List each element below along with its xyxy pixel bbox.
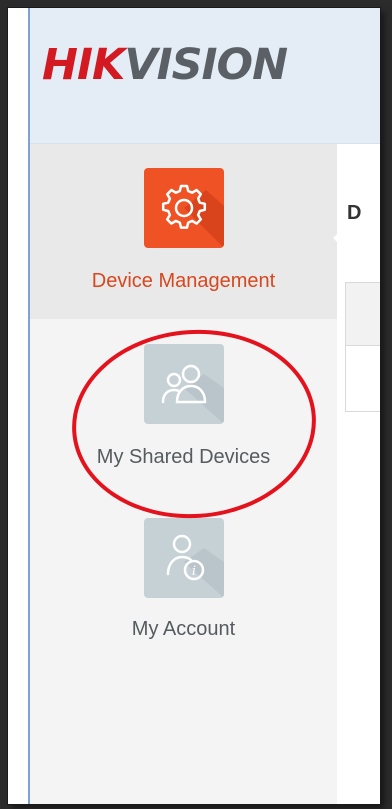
shared-users-icon bbox=[144, 344, 224, 424]
gear-icon bbox=[144, 168, 224, 248]
sidebar-item-my-account[interactable]: i My Account bbox=[30, 496, 337, 671]
device-table bbox=[345, 282, 380, 412]
hikvision-logo[interactable]: HIKVISION bbox=[42, 40, 288, 90]
sidebar-item-label: My Account bbox=[131, 618, 236, 640]
logo-text-red: HIK bbox=[42, 40, 125, 90]
sidebar-item-label: My Shared Devices bbox=[96, 446, 271, 468]
table-header bbox=[346, 283, 380, 346]
header-bar: HIKVISION bbox=[30, 8, 380, 144]
account-info-icon: i bbox=[144, 518, 224, 598]
sidebar: Device Management My Shared Devices i My… bbox=[30, 144, 347, 804]
page-title: D bbox=[347, 202, 362, 224]
logo-text-gray: VISION bbox=[124, 40, 288, 90]
sidebar-item-device-management[interactable]: Device Management bbox=[30, 144, 347, 319]
sidebar-item-my-shared-devices[interactable]: My Shared Devices bbox=[30, 320, 337, 495]
main-content: D bbox=[337, 144, 380, 804]
sidebar-item-label: Device Management bbox=[91, 270, 276, 292]
app-window: HIKVISION Device Management My Shared De… bbox=[8, 8, 380, 804]
svg-text:i: i bbox=[192, 564, 196, 579]
